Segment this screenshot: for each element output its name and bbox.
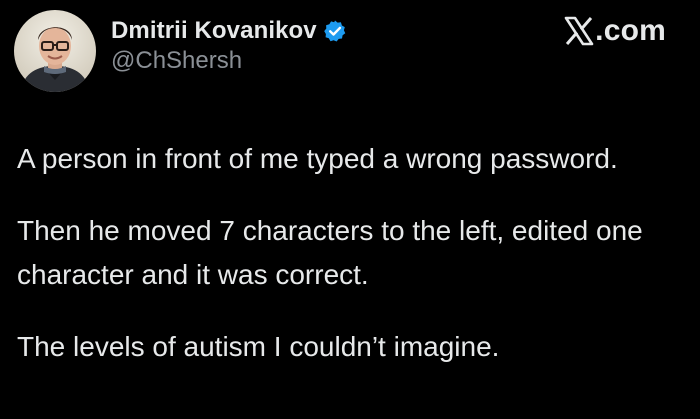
author-info: Dmitrii Kovanikov @ChShersh <box>111 17 347 75</box>
tweet-card: Dmitrii Kovanikov @ChShersh .com A perso… <box>0 0 700 419</box>
name-row: Dmitrii Kovanikov <box>111 17 347 45</box>
user-handle[interactable]: @ChShersh <box>111 47 347 75</box>
brand-logo: .com <box>564 14 666 48</box>
tweet-paragraph: Then he moved 7 characters to the left, … <box>17 215 643 290</box>
display-name[interactable]: Dmitrii Kovanikov <box>111 17 317 45</box>
tweet-paragraph: A person in front of me typed a wrong pa… <box>17 143 618 174</box>
tweet-paragraph: The levels of autism I couldn’t imagine. <box>17 331 500 362</box>
avatar[interactable] <box>14 10 96 92</box>
tweet-header: Dmitrii Kovanikov @ChShersh <box>14 10 347 92</box>
brand-text: .com <box>595 14 666 47</box>
avatar-image <box>14 10 96 92</box>
x-logo-icon <box>564 16 594 46</box>
tweet-body: A person in front of me typed a wrong pa… <box>17 137 687 369</box>
verified-badge-icon <box>323 19 347 43</box>
